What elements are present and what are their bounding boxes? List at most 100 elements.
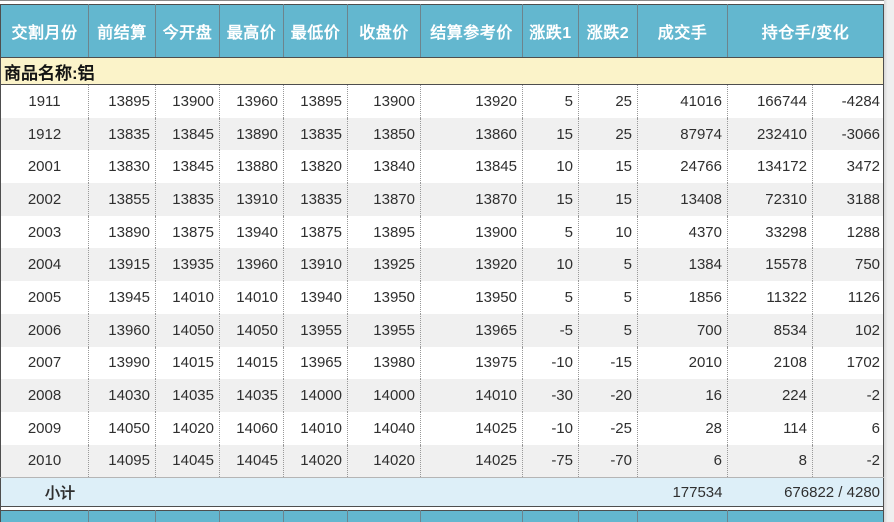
cell-low-price: 13965 <box>284 347 348 380</box>
cell-change-1: 10 <box>523 248 579 281</box>
table-row: 1912138351384513890138351385013860152587… <box>1 118 884 151</box>
cell-oi-change: 1702 <box>813 347 884 380</box>
cell-open-interest: 224 <box>728 379 813 412</box>
cell-close-price: 13955 <box>348 314 421 347</box>
cell-high-price: 14035 <box>220 379 284 412</box>
subtotal-open-interest-change: 676822 / 4280 <box>728 478 884 507</box>
cell-high-price: 14050 <box>220 314 284 347</box>
cell-close-price: 13840 <box>348 150 421 183</box>
next-table-header-cell <box>348 511 421 522</box>
cell-open-interest: 8534 <box>728 314 813 347</box>
table-row: 2005139451401014010139401395013950551856… <box>1 281 884 314</box>
cell-today-open: 14045 <box>156 445 220 478</box>
cell-close-price: 13900 <box>348 85 421 118</box>
cell-oi-change: 750 <box>813 248 884 281</box>
subtotal-label: 小计 <box>1 478 638 507</box>
next-table-header-cell <box>220 511 284 522</box>
futures-table-area: 交割月份前结算今开盘最高价最低价收盘价结算参考价涨跌1涨跌2成交手持仓手/变化 … <box>0 0 884 522</box>
cell-change-2: 5 <box>579 314 638 347</box>
table-row: 2002138551383513910138351387013870151513… <box>1 183 884 216</box>
cell-delivery-month: 2003 <box>1 216 89 249</box>
cell-low-price: 13835 <box>284 118 348 151</box>
cell-open-interest: 232410 <box>728 118 813 151</box>
col-header-settlement-ref-price: 结算参考价 <box>421 5 523 58</box>
col-header-prev-settlement: 前结算 <box>89 5 156 58</box>
next-table-header-cell <box>579 511 638 522</box>
table-header: 交割月份前结算今开盘最高价最低价收盘价结算参考价涨跌1涨跌2成交手持仓手/变化 <box>1 5 884 58</box>
cell-volume: 24766 <box>638 150 728 183</box>
cell-change-2: 25 <box>579 85 638 118</box>
cell-change-1: -30 <box>523 379 579 412</box>
cell-high-price: 13960 <box>220 85 284 118</box>
cell-change-2: -20 <box>579 379 638 412</box>
cell-delivery-month: 2009 <box>1 412 89 445</box>
cell-delivery-month: 1911 <box>1 85 89 118</box>
cell-today-open: 13900 <box>156 85 220 118</box>
cell-today-open: 14050 <box>156 314 220 347</box>
cell-open-interest: 15578 <box>728 248 813 281</box>
cell-change-2: 5 <box>579 281 638 314</box>
table-row: 1911138951390013960138951390013920525410… <box>1 85 884 118</box>
cell-open-interest: 72310 <box>728 183 813 216</box>
subtotal-row: 小计177534676822 / 4280 <box>1 478 884 507</box>
cell-delivery-month: 2006 <box>1 314 89 347</box>
cell-prev-settlement: 13835 <box>89 118 156 151</box>
right-gutter <box>884 0 894 522</box>
cell-prev-settlement: 13855 <box>89 183 156 216</box>
cell-volume: 6 <box>638 445 728 478</box>
cell-delivery-month: 2001 <box>1 150 89 183</box>
cell-change-1: 10 <box>523 150 579 183</box>
cell-delivery-month: 2005 <box>1 281 89 314</box>
col-header-high-price: 最高价 <box>220 5 284 58</box>
cell-high-price: 13890 <box>220 118 284 151</box>
cell-today-open: 13935 <box>156 248 220 281</box>
cell-open-interest: 2108 <box>728 347 813 380</box>
cell-settlement-ref-price: 13920 <box>421 85 523 118</box>
cell-volume: 41016 <box>638 85 728 118</box>
cell-today-open: 14020 <box>156 412 220 445</box>
cell-open-interest: 11322 <box>728 281 813 314</box>
cell-settlement-ref-price: 13845 <box>421 150 523 183</box>
table-row: 2009140501402014060140101404014025-10-25… <box>1 412 884 445</box>
cell-today-open: 14010 <box>156 281 220 314</box>
cell-close-price: 13980 <box>348 347 421 380</box>
cell-settlement-ref-price: 14010 <box>421 379 523 412</box>
cell-prev-settlement: 13890 <box>89 216 156 249</box>
cell-oi-change: -4284 <box>813 85 884 118</box>
cell-settlement-ref-price: 14025 <box>421 445 523 478</box>
cell-change-1: 15 <box>523 118 579 151</box>
cell-high-price: 14015 <box>220 347 284 380</box>
cell-high-price: 13940 <box>220 216 284 249</box>
cell-high-price: 14045 <box>220 445 284 478</box>
col-header-close-price: 收盘价 <box>348 5 421 58</box>
next-table-header-cell <box>728 511 884 522</box>
cell-change-1: -75 <box>523 445 579 478</box>
cell-oi-change: 102 <box>813 314 884 347</box>
cell-change-2: 10 <box>579 216 638 249</box>
cell-change-2: 5 <box>579 248 638 281</box>
next-table-header-cell <box>284 511 348 522</box>
cell-low-price: 14010 <box>284 412 348 445</box>
next-table-header-cell <box>421 511 523 522</box>
table-row: 2008140301403514035140001400014010-30-20… <box>1 379 884 412</box>
cell-change-1: -10 <box>523 347 579 380</box>
cell-delivery-month: 2010 <box>1 445 89 478</box>
cell-oi-change: -2 <box>813 379 884 412</box>
cell-low-price: 14020 <box>284 445 348 478</box>
cell-open-interest: 166744 <box>728 85 813 118</box>
cell-low-price: 13875 <box>284 216 348 249</box>
cell-volume: 1856 <box>638 281 728 314</box>
table-row: 2007139901401514015139651398013975-10-15… <box>1 347 884 380</box>
col-header-open-interest-and-change: 持仓手/变化 <box>728 5 884 58</box>
cell-today-open: 13875 <box>156 216 220 249</box>
cell-volume: 700 <box>638 314 728 347</box>
next-table-header-strip <box>1 511 884 522</box>
cell-close-price: 13895 <box>348 216 421 249</box>
cell-open-interest: 134172 <box>728 150 813 183</box>
table-header-row: 交割月份前结算今开盘最高价最低价收盘价结算参考价涨跌1涨跌2成交手持仓手/变化 <box>1 5 884 58</box>
commodity-name-row: 商品名称:铝 <box>1 58 884 85</box>
cell-settlement-ref-price: 13860 <box>421 118 523 151</box>
cell-low-price: 13835 <box>284 183 348 216</box>
next-table-header-cell <box>638 511 728 522</box>
cell-volume: 13408 <box>638 183 728 216</box>
